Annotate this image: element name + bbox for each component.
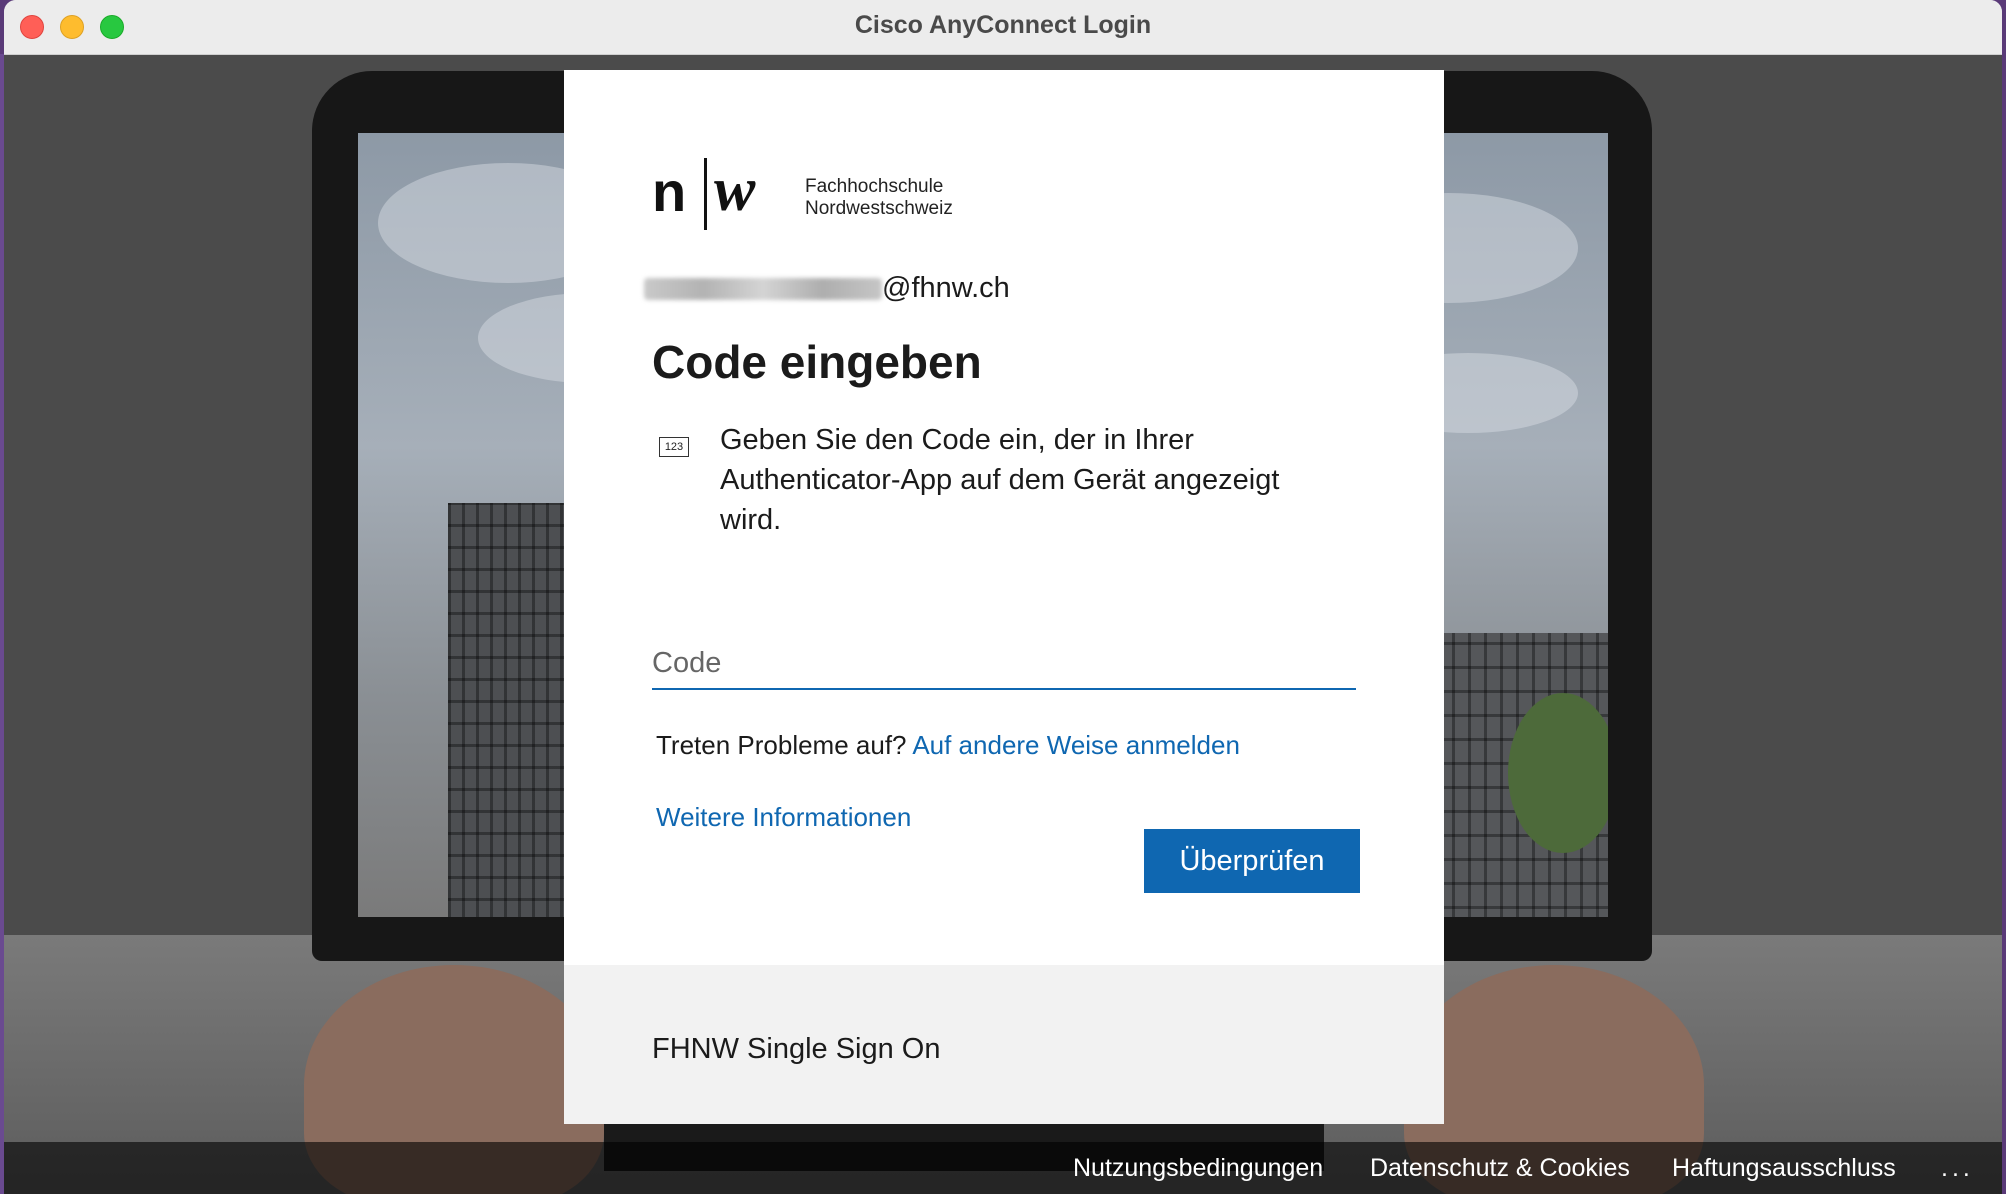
sso-footer-label: FHNW Single Sign On (652, 1033, 941, 1065)
verify-button[interactable]: Überprüfen (1144, 829, 1360, 893)
title-bar: Cisco AnyConnect Login (4, 0, 2002, 55)
alternate-signin-link[interactable]: Auf andere Weise anmelden (912, 730, 1240, 760)
dialog-main: n w Fachhochschule Nordwestschweiz @fhnw… (564, 70, 1444, 965)
email-domain: @fhnw.ch (882, 272, 1010, 304)
code-input[interactable] (652, 638, 1356, 690)
footer-links-bar: Nutzungsbedingungen Datenschutz & Cookie… (4, 1142, 2002, 1194)
more-info-link[interactable]: Weitere Informationen (656, 799, 911, 835)
instruction-text: Geben Sie den Code ein, der in Ihrer Aut… (720, 424, 1280, 536)
privacy-cookies-link[interactable]: Datenschutz & Cookies (1370, 1152, 1630, 1184)
problems-row: Treten Probleme auf? Auf andere Weise an… (656, 727, 1240, 763)
signin-dialog: n w Fachhochschule Nordwestschweiz @fhnw… (564, 70, 1444, 1124)
page-title: Code eingeben (652, 336, 982, 388)
window-title: Cisco AnyConnect Login (854, 11, 1152, 39)
fhnw-logo: n w Fachhochschule Nordwestschweiz (652, 158, 992, 238)
account-email: @fhnw.ch (644, 268, 1010, 308)
app-window: Cisco AnyConnect Login n w Fachhochschul… (4, 0, 2002, 1194)
more-options-button[interactable]: ... (1941, 1152, 1974, 1184)
numeric-code-icon: 123 (659, 437, 689, 457)
logo-line-2: Nordwestschweiz (805, 198, 953, 219)
redacted-username (644, 278, 882, 301)
disclaimer-link[interactable]: Haftungsausschluss (1672, 1152, 1896, 1184)
logo-line-1: Fachhochschule (805, 176, 944, 197)
problems-label: Treten Probleme auf? (656, 730, 907, 760)
web-content: n w Fachhochschule Nordwestschweiz @fhnw… (4, 55, 2002, 1194)
logo-mark-w: w (714, 156, 756, 224)
terms-link[interactable]: Nutzungsbedingungen (1073, 1152, 1323, 1184)
logo-divider (704, 158, 707, 230)
dialog-footer: FHNW Single Sign On (564, 965, 1444, 1124)
logo-mark-n: n (652, 160, 687, 223)
